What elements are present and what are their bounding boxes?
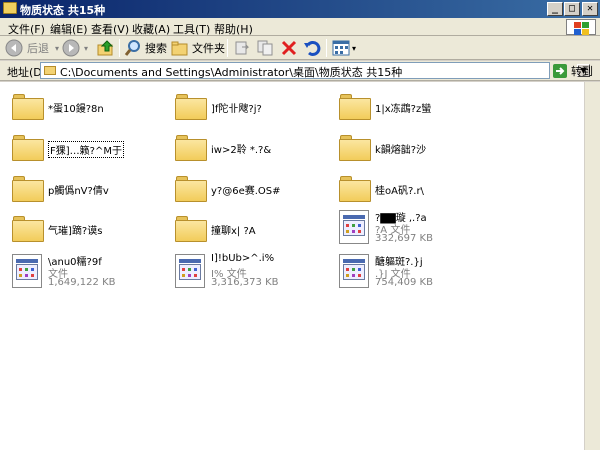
views-icon (332, 40, 350, 56)
forward-dropdown-icon: ▾ (84, 43, 89, 53)
folder-name: p觸僞nV?倩v (48, 186, 109, 197)
folder-name: 1|x冻鵡?z蠻 (375, 104, 432, 115)
undo-icon (304, 40, 321, 56)
menu-tools[interactable]: 工具(T) (173, 21, 210, 37)
address-input[interactable]: C:\Documents and Settings\Administrator\… (40, 62, 590, 79)
folder-icon (12, 176, 44, 202)
toolbar-separator (227, 39, 228, 57)
menu-help[interactable]: 帮助(H) (214, 21, 253, 37)
file-size: 3,316,373 KB (211, 277, 279, 288)
folder-item[interactable]: ]f陀卝飕?j? (175, 88, 325, 132)
file-icon (339, 210, 369, 244)
window-title: 物质状态 共15种 (20, 4, 106, 17)
folder-icon (44, 66, 56, 75)
folder-item[interactable]: *蛋10鏝?8n (12, 88, 162, 132)
file-name: I]!bUb>^.i% (211, 253, 275, 264)
folder-icon (12, 135, 44, 161)
folder-name: 桂oA矾?.r\ (375, 186, 424, 197)
go-button[interactable]: 转到 (553, 62, 593, 79)
folder-window-icon (3, 2, 17, 14)
file-icon (175, 254, 205, 288)
folder-icon (175, 135, 207, 161)
folder-icon (339, 176, 371, 202)
file-size: 1,649,122 KB (48, 277, 116, 288)
back-label: 后退 (27, 42, 49, 55)
go-arrow-icon (553, 63, 567, 78)
forward-button[interactable]: ▾ (62, 38, 88, 58)
toolbar: 后退 ▾ ▾ 搜索 文件夹 ▾ (0, 36, 600, 60)
views-dropdown-icon: ▾ (352, 43, 357, 53)
folder-name: F猓]…籁?^M于 (48, 141, 124, 158)
vertical-scrollbar[interactable] (584, 82, 600, 450)
delete-icon (281, 40, 297, 56)
folder-icon (175, 216, 207, 242)
file-item[interactable]: ?▇▇璇 ,.?a ?A 文件 332,697 KB (339, 208, 499, 252)
folder-item[interactable]: p觸僞nV?倩v (12, 170, 162, 214)
folder-name: ]f陀卝飕?j? (211, 104, 262, 115)
toolbar-separator (326, 39, 327, 57)
address-bar: 地址(D) C:\Documents and Settings\Administ… (0, 61, 600, 81)
folder-icon (12, 216, 44, 242)
folder-name: 撞聊x| ?A (211, 226, 256, 237)
menu-favorites[interactable]: 收藏(A) (132, 21, 170, 37)
search-label: 搜索 (145, 42, 167, 55)
maximize-button[interactable]: □ (564, 2, 580, 16)
file-item[interactable]: 醣軀斑?.}j .}J 文件 754,409 KB (339, 252, 499, 296)
folder-name: *蛋10鏝?8n (48, 104, 104, 115)
file-size: 332,697 KB (375, 233, 433, 244)
folder-icon (339, 135, 371, 161)
undo-button[interactable] (303, 38, 321, 58)
search-icon (124, 40, 140, 56)
folders-label: 文件夹 (192, 42, 225, 55)
copy-to-icon (257, 40, 273, 56)
folder-name: k韻熔韷?沙 (375, 145, 427, 156)
folder-icon (175, 176, 207, 202)
address-path: C:\Documents and Settings\Administrator\… (60, 66, 403, 79)
menu-view[interactable]: 查看(V) (91, 21, 129, 37)
move-to-button[interactable] (233, 38, 251, 58)
folder-item[interactable]: 1|x冻鵡?z蠻 (339, 88, 489, 132)
folder-item[interactable]: k韻熔韷?沙 (339, 129, 489, 173)
back-icon (5, 39, 23, 57)
close-button[interactable]: ✕ (582, 2, 598, 16)
folder-item[interactable]: F猓]…籁?^M于 (12, 129, 162, 173)
delete-button[interactable] (280, 38, 298, 58)
title-bar: 物质状态 共15种 _ □ ✕ (0, 0, 600, 18)
folders-button[interactable]: 文件夹 (171, 38, 225, 58)
search-button[interactable]: 搜索 (124, 38, 167, 58)
folders-icon (171, 41, 188, 56)
file-item[interactable]: I]!bUb>^.i% I% 文件 3,316,373 KB (175, 252, 335, 296)
windows-logo-icon (566, 19, 596, 35)
menu-edit[interactable]: 编辑(E) (50, 21, 88, 37)
copy-to-button[interactable] (256, 38, 274, 58)
folder-icon (175, 94, 207, 120)
folder-name: y?@6e赛.OS# (211, 186, 281, 197)
menu-bar: 文件(F) 编辑(E) 查看(V) 收藏(A) 工具(T) 帮助(H) (0, 18, 600, 36)
file-icon (339, 254, 369, 288)
go-label: 转到 (571, 64, 593, 78)
up-button[interactable] (97, 38, 115, 58)
folder-name: 气璀]蹢?谟s (48, 226, 103, 237)
move-to-icon (235, 41, 250, 55)
file-icon (12, 254, 42, 288)
file-list-view[interactable]: *蛋10鏝?8n ]f陀卝飕?j? 1|x冻鵡?z蠻 F猓]…籁?^M于 iw>… (0, 82, 584, 450)
folder-item[interactable]: iw>2聆 *.?& (175, 129, 325, 173)
back-button[interactable]: 后退 ▾ (5, 38, 59, 58)
forward-icon (62, 39, 80, 57)
file-item[interactable]: \anu0糯?9f 文件 1,649,122 KB (12, 252, 172, 296)
back-dropdown-icon: ▾ (55, 43, 60, 53)
folder-item[interactable]: y?@6e赛.OS# (175, 170, 325, 214)
folder-icon (12, 94, 44, 120)
file-size: 754,409 KB (375, 277, 433, 288)
menu-file[interactable]: 文件(F) (8, 21, 45, 37)
folder-name: iw>2聆 *.?& (211, 145, 272, 156)
up-folder-icon (97, 40, 114, 56)
folder-item[interactable]: 撞聊x| ?A (175, 210, 325, 254)
toolbar-separator (119, 39, 120, 57)
folder-icon (339, 94, 371, 120)
folder-item[interactable]: 气璀]蹢?谟s (12, 210, 162, 254)
minimize-button[interactable]: _ (547, 2, 563, 16)
views-button[interactable]: ▾ (332, 38, 356, 58)
